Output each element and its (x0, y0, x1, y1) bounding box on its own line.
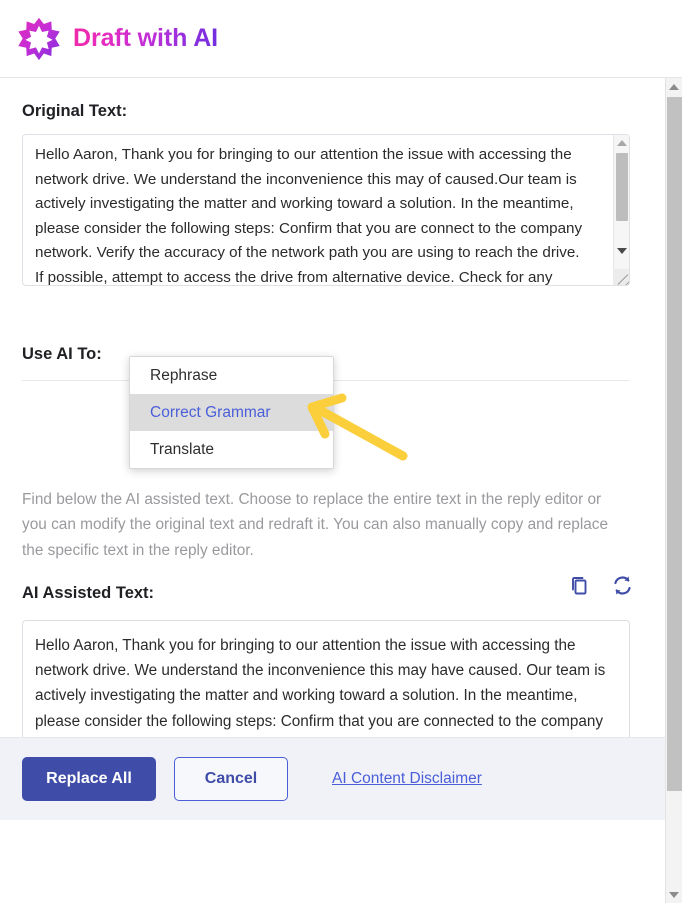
ai-star-burst-icon (18, 17, 60, 60)
dialog-title: Draft with AI (73, 24, 218, 52)
resize-grip-icon[interactable] (613, 269, 629, 285)
original-text-label: Original Text: (22, 102, 128, 120)
original-text-field[interactable]: Hello Aaron, Thank you for bringing to o… (22, 134, 630, 286)
scroll-down-arrow-icon[interactable] (614, 243, 629, 259)
dialog-body: Original Text: Hello Aaron, Thank you fo… (0, 78, 665, 820)
page-scrollbar-thumb[interactable] (667, 97, 682, 791)
dialog-header: Draft with AI (0, 0, 682, 78)
description-text: Find below the AI assisted text. Choose … (22, 491, 609, 559)
dropdown-item-rephrase[interactable]: Rephrase (130, 357, 333, 394)
replace-all-button[interactable]: Replace All (22, 757, 156, 801)
dropdown-item-correct-grammar[interactable]: Correct Grammar (130, 394, 333, 431)
use-ai-to-dropdown-menu[interactable]: Rephrase Correct Grammar Translate (129, 356, 334, 469)
dropdown-item-translate[interactable]: Translate (130, 431, 333, 468)
page-scroll-down-icon[interactable] (666, 886, 682, 903)
original-text-scrollbar[interactable] (613, 135, 629, 285)
ai-assisted-text-label: AI Assisted Text: (22, 584, 155, 602)
ai-content-disclaimer-link[interactable]: AI Content Disclaimer (332, 770, 482, 788)
draft-with-ai-dialog: Draft with AI Original Text: Hello Aaron… (0, 0, 682, 903)
copy-icon (572, 577, 587, 595)
regenerate-button[interactable] (607, 570, 637, 600)
original-text-value: Hello Aaron, Thank you for bringing to o… (35, 146, 583, 286)
cancel-button[interactable]: Cancel (174, 757, 288, 801)
dialog-footer: Replace All Cancel AI Content Disclaimer (0, 737, 665, 820)
refresh-icon (613, 575, 631, 595)
use-ai-to-label: Use AI To: (22, 345, 102, 363)
page-scroll-up-icon[interactable] (666, 78, 682, 95)
page-scrollbar[interactable] (665, 78, 682, 903)
scroll-up-arrow-icon[interactable] (614, 135, 629, 151)
scrollbar-thumb[interactable] (616, 153, 628, 221)
copy-button[interactable] (565, 570, 595, 600)
